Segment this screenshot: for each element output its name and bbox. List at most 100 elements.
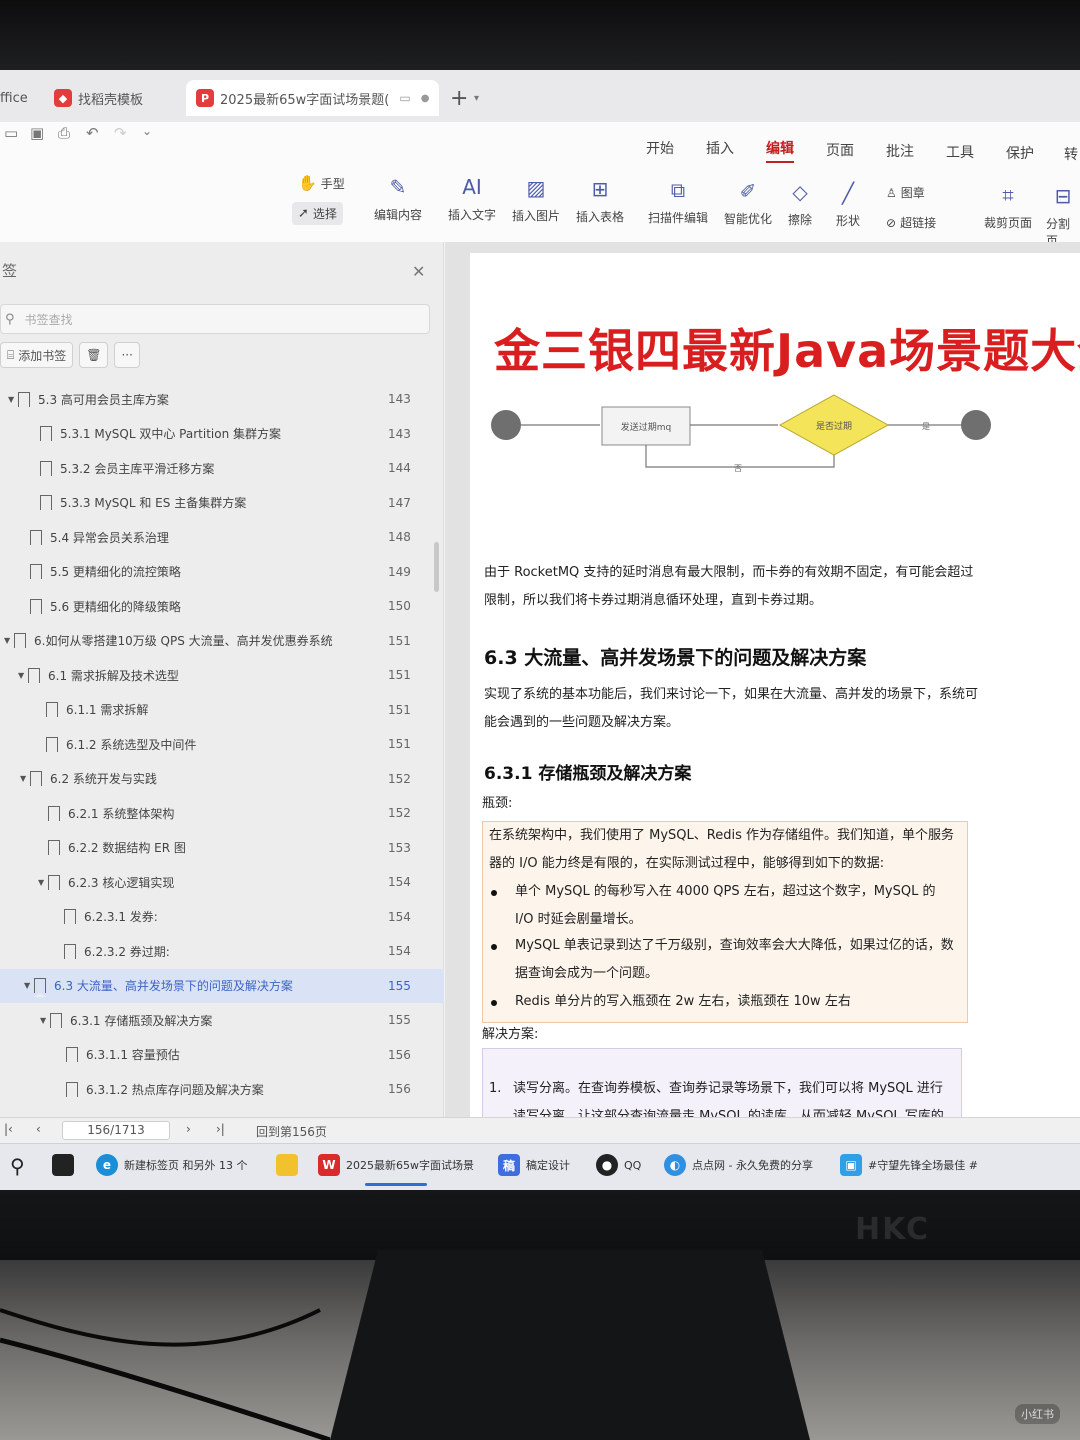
back-to-page-link[interactable]: 回到第156页 (256, 1123, 327, 1140)
taskbar-edge[interactable]: e 新建标签页 和另外 13 个 (96, 1154, 248, 1176)
last-page-icon[interactable]: ›| (216, 1122, 225, 1136)
close-icon[interactable]: ✕ (412, 262, 425, 281)
bookmark-item[interactable]: ▼ 6.2 系统开发与实践 152 (0, 762, 444, 797)
bookmark-item[interactable]: 6.2.3.2 券过期: 154 (0, 934, 444, 969)
bookmark-item[interactable]: 6.2.1 系统整体架构 152 (0, 796, 444, 831)
tab-document[interactable]: P 2025最新65w字面试场景题( ▭ ● (186, 80, 440, 116)
bookmark-item[interactable]: 5.3.2 会员主库平滑迁移方案 144 (0, 451, 444, 486)
bookmark-label: 6.2 系统开发与实践 (50, 772, 157, 787)
menu-tools[interactable]: 工具 (946, 142, 974, 162)
taskbar-explorer[interactable] (276, 1154, 298, 1176)
edit-content-button[interactable]: ✎ 编辑内容 (374, 174, 422, 223)
solution-number: 1. (489, 1081, 502, 1096)
menu-page[interactable]: 页面 (826, 140, 854, 160)
bookmark-item[interactable]: 6.2.3.1 发券: 154 (0, 900, 444, 935)
expand-arrow-icon[interactable]: ▼ (8, 395, 18, 404)
tab-list-chevron-icon[interactable]: ▾ (474, 80, 479, 116)
bookmark-item[interactable]: ▼ 6.3.1 存储瓶颈及解决方案 155 (0, 1003, 444, 1038)
bookmark-item[interactable]: 6.1.2 系统选型及中间件 151 (0, 727, 444, 762)
expand-arrow-icon[interactable]: ▼ (18, 671, 28, 680)
tab-label: ffice (0, 90, 28, 106)
menu-insert[interactable]: 插入 (706, 138, 734, 158)
redo-icon[interactable]: ↷ (114, 124, 127, 142)
bookmark-page-number: 151 (388, 702, 411, 717)
undo-icon[interactable]: ↶ (86, 124, 99, 142)
expand-arrow-icon[interactable]: ▼ (24, 981, 34, 990)
taskbar-edge-label: 新建标签页 和另外 13 个 (124, 1159, 248, 1172)
smart-optimize-button[interactable]: ✐ 智能优化 (724, 178, 772, 227)
tab-templates[interactable]: ◆ 找稻壳模板 (54, 80, 143, 116)
open-folder-icon[interactable]: ▭ (4, 124, 18, 142)
taskbar-task-view[interactable] (52, 1154, 74, 1176)
delete-bookmark-button[interactable]: 🗑 (79, 342, 109, 368)
bookmark-item[interactable]: 5.4 异常会员关系治理 148 (0, 520, 444, 555)
split-page-button[interactable]: ⊟ 分割页 (1046, 183, 1080, 249)
bookmark-item[interactable]: ▼ 5.3 高可用会员主库方案 143 (0, 382, 444, 417)
search-icon: ⚲ (10, 1154, 25, 1178)
bookmark-item[interactable]: ▼ 6.3 大流量、高并发场景下的问题及解决方案 155 (0, 968, 444, 1003)
more-button[interactable]: ··· (114, 342, 140, 368)
taskbar-bilibili[interactable]: ▣ #守望先锋全场最佳 # (840, 1154, 978, 1176)
insert-table-button[interactable]: ⊞ 插入表格 (576, 176, 624, 225)
insert-table-icon: ⊞ (591, 177, 609, 201)
bookmark-item[interactable]: 5.6 更精细化的降级策略 150 (0, 589, 444, 624)
bookmark-item[interactable]: ▼ 6.如何从零搭建10万级 QPS 大流量、高并发优惠券系统 151 (0, 624, 444, 659)
bookmark-item[interactable]: 6.3.1.1 容量预估 156 (0, 1038, 444, 1073)
status-bar: |‹ ‹ 156/1713 › ›| 回到第156页 (0, 1117, 1080, 1143)
shape-button[interactable]: ╱ 形状 (836, 180, 860, 229)
bookmark-item[interactable]: 5.5 更精细化的流控策略 149 (0, 555, 444, 590)
erase-button[interactable]: ◇ 擦除 (788, 179, 812, 228)
quick-access-chevron-icon[interactable]: ⌄ (142, 124, 152, 138)
insert-text-button[interactable]: AI 插入文字 (448, 174, 496, 223)
hyperlink-button[interactable]: ⊘ 超链接 (886, 214, 936, 231)
bookmark-item[interactable]: ▼ 6.2.3 核心逻辑实现 154 (0, 865, 444, 900)
expand-arrow-icon[interactable]: ▼ (40, 1016, 50, 1025)
taskbar-wps[interactable]: W 2025最新65w字面试场景 (318, 1154, 474, 1186)
taskbar-search[interactable]: ⚲ (10, 1154, 25, 1178)
taskbar-qq[interactable]: ● QQ (596, 1154, 641, 1176)
screen-icon[interactable]: ▭ (399, 91, 410, 105)
bookmark-item[interactable]: ▼ 6.1 需求拆解及技术选型 151 (0, 658, 444, 693)
stamp-button[interactable]: ♙ 图章 (886, 184, 925, 201)
eraser-icon: ◇ (792, 180, 808, 204)
page-number-input[interactable]: 156/1713 (62, 1121, 170, 1140)
next-page-icon[interactable]: › (186, 1122, 191, 1136)
bookmark-item[interactable]: 5.3.1 MySQL 双中心 Partition 集群方案 143 (0, 417, 444, 452)
bookmark-panel: 签 ✕ ⚲ 书签查找 ⌸ 添加书签 🗑 ··· ▼ 5.3 高可用会员主库方案 14… (0, 242, 444, 1117)
prev-page-icon[interactable]: ‹ (36, 1122, 41, 1136)
bookmark-item[interactable]: 6.3.1.2 热点库存问题及解决方案 156 (0, 1072, 444, 1107)
bookmark-page-number: 148 (388, 530, 411, 545)
bookmark-item[interactable]: 6.1.1 需求拆解 151 (0, 693, 444, 728)
menu-comment[interactable]: 批注 (886, 141, 914, 161)
pdf-icon: P (196, 89, 214, 107)
tab-office[interactable]: ffice (0, 80, 28, 116)
print-icon[interactable]: ⎙ (58, 124, 70, 142)
screen: ffice ◆ 找稻壳模板 P 2025最新65w字面试场景题( ▭ ● + ▾… (0, 70, 1080, 1190)
add-bookmark-button[interactable]: ⌸ 添加书签 (0, 342, 74, 368)
expand-arrow-icon[interactable]: ▼ (20, 774, 30, 783)
expand-arrow-icon[interactable]: ▼ (4, 636, 14, 645)
bookmark-icon (30, 771, 42, 791)
expand-arrow-icon[interactable]: ▼ (38, 878, 48, 887)
new-tab-button[interactable]: + (450, 80, 468, 116)
first-page-icon[interactable]: |‹ (4, 1122, 13, 1136)
select-tool-button[interactable]: ➚ 选择 (292, 202, 343, 225)
save-icon[interactable]: ▣ (30, 124, 44, 142)
menu-start[interactable]: 开始 (646, 138, 674, 158)
taskbar-wps-label: 2025最新65w字面试场景 (346, 1159, 474, 1172)
bookmark-item[interactable]: 6.2.2 数据结构 ER 图 153 (0, 831, 444, 866)
hand-tool-button[interactable]: ✋ 手型 (298, 174, 345, 192)
bookmark-label: 5.3.3 MySQL 和 ES 主备集群方案 (60, 496, 247, 511)
bookmark-search-input[interactable]: ⚲ 书签查找 (0, 304, 430, 334)
menu-convert[interactable]: 转 (1064, 144, 1078, 164)
crop-page-button[interactable]: ⌗ 裁剪页面 (984, 182, 1032, 231)
taskbar-design[interactable]: 稿 稿定设计 (498, 1154, 570, 1176)
sidebar-scrollbar[interactable] (434, 542, 439, 592)
bookmark-item[interactable]: 5.3.3 MySQL 和 ES 主备集群方案 147 (0, 486, 444, 521)
menu-protect[interactable]: 保护 (1006, 143, 1034, 163)
scan-edit-button[interactable]: ⧉ 扫描件编辑 (648, 177, 708, 226)
insert-image-button[interactable]: ▨ 插入图片 (512, 175, 560, 224)
bookmark-label: 5.3.2 会员主库平滑迁移方案 (60, 461, 215, 476)
taskbar-dianwang[interactable]: ◐ 点点网 - 永久免费的分享 (664, 1154, 813, 1176)
menu-edit[interactable]: 编辑 (766, 138, 794, 163)
